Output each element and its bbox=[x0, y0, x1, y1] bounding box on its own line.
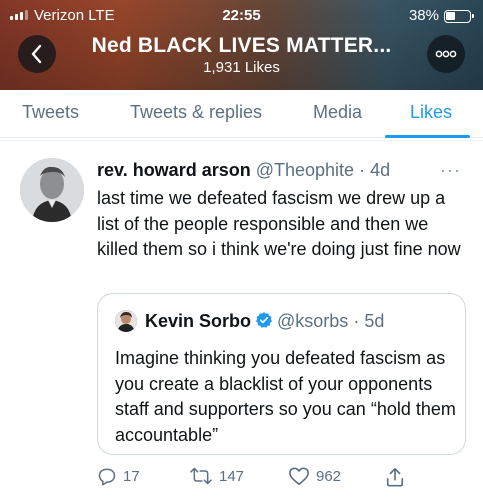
share-button[interactable] bbox=[385, 466, 405, 488]
quoted-header: Kevin Sorbo @ksorbs · 5d bbox=[145, 311, 384, 332]
avatar[interactable] bbox=[20, 158, 84, 222]
tab-tweets[interactable]: Tweets bbox=[22, 102, 79, 123]
verified-badge-icon bbox=[255, 312, 273, 328]
profile-header-banner: Verizon LTE 22:55 38% Ned BLACK LIVES MA… bbox=[0, 0, 483, 90]
profile-tabs: Tweets Tweets & replies Media Likes bbox=[0, 90, 483, 138]
divider bbox=[0, 140, 483, 141]
quoted-author-name: Kevin Sorbo bbox=[145, 311, 252, 331]
tab-likes[interactable]: Likes bbox=[410, 102, 452, 123]
tab-tweets-and-replies[interactable]: Tweets & replies bbox=[130, 102, 262, 123]
dot-separator: · bbox=[354, 160, 371, 180]
tweet-actions: 17 147 962 bbox=[97, 466, 472, 492]
tab-media[interactable]: Media bbox=[313, 102, 362, 123]
tweet-text: last time we defeated fascism we drew up… bbox=[97, 188, 461, 259]
retweet-button[interactable]: 147 bbox=[189, 466, 244, 486]
tweet-time[interactable]: 4d bbox=[370, 160, 390, 180]
more-icon bbox=[435, 50, 457, 58]
like-button[interactable]: 962 bbox=[288, 466, 341, 486]
tweet-more-icon[interactable]: ··· bbox=[440, 160, 461, 181]
battery-icon bbox=[444, 10, 474, 23]
reply-button[interactable]: 17 bbox=[97, 466, 140, 486]
more-options-button[interactable] bbox=[427, 35, 465, 73]
quoted-tweet[interactable]: Kevin Sorbo @ksorbs · 5d Imagine thinking… bbox=[97, 293, 466, 455]
retweet-count: 147 bbox=[219, 467, 245, 485]
reply-count: 17 bbox=[123, 467, 140, 485]
tweet-header: rev. howard arson @Theophite · 4d bbox=[97, 160, 390, 181]
reply-icon bbox=[98, 468, 116, 486]
active-tab-indicator bbox=[385, 135, 470, 138]
quoted-author-handle: @ksorbs bbox=[277, 311, 349, 331]
battery-percent: 38% bbox=[408, 7, 439, 24]
quoted-avatar bbox=[115, 310, 137, 332]
author-name[interactable]: rev. howard arson bbox=[97, 160, 251, 180]
share-icon bbox=[386, 468, 404, 487]
author-handle[interactable]: @Theophite bbox=[256, 160, 354, 180]
avatar-portrait bbox=[20, 158, 84, 222]
profile-name: Ned BLACK LIVES MATTER... bbox=[91, 34, 392, 57]
heart-icon bbox=[289, 467, 309, 485]
status-bar: Verizon LTE 22:55 38% bbox=[0, 4, 483, 26]
dot-separator: · bbox=[348, 311, 365, 331]
quoted-tweet-time: 5d bbox=[364, 311, 385, 331]
retweet-icon bbox=[190, 467, 212, 485]
like-count: 962 bbox=[316, 467, 342, 485]
likes-count: 1,931 Likes bbox=[203, 59, 280, 76]
quoted-tweet-text: Imagine thinking you defeated fascism as… bbox=[115, 348, 456, 445]
